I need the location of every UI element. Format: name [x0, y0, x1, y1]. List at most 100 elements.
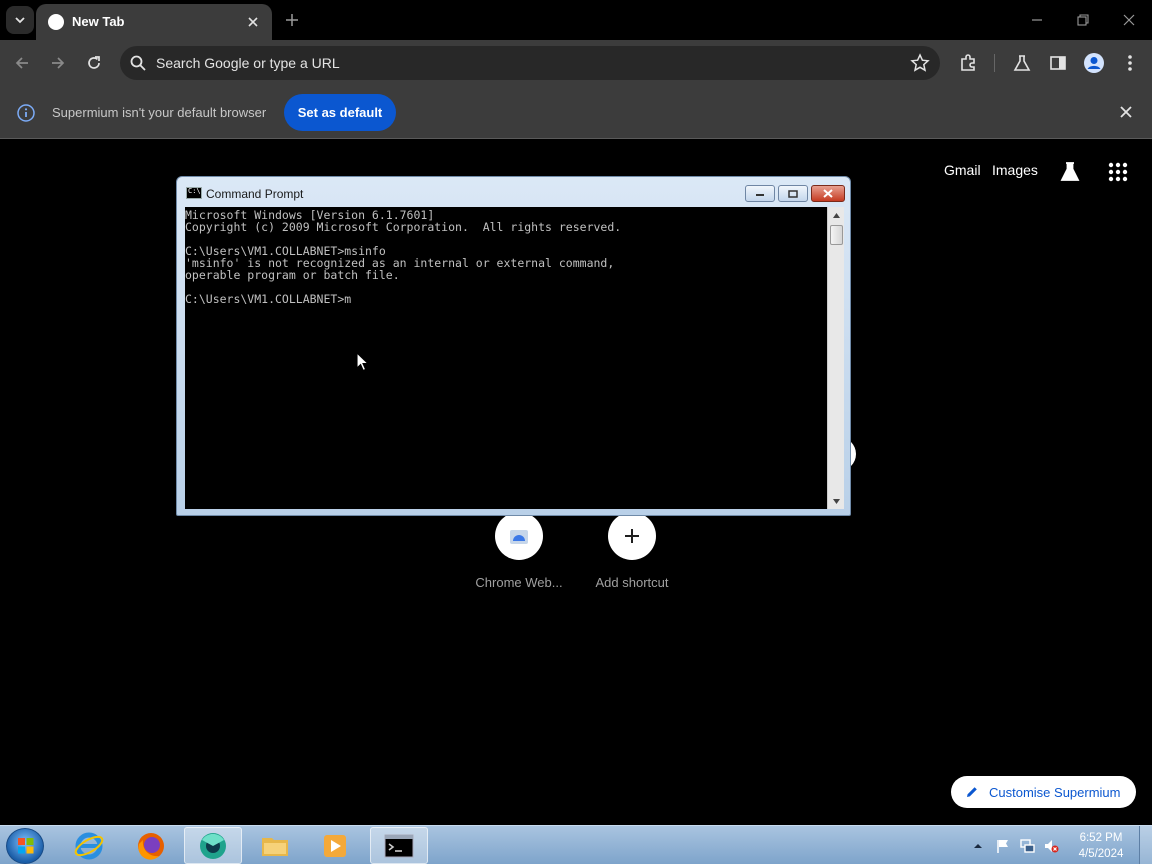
toolbar-separator [994, 54, 995, 72]
infobar-message: Supermium isn't your default browser [52, 105, 267, 120]
taskbar-firefox[interactable] [122, 827, 180, 864]
console-prompt-line: C:\Users\VM1.COLLABNET>m [185, 292, 352, 306]
start-button[interactable] [6, 828, 44, 864]
plus-icon [625, 529, 639, 543]
shortcut-chrome-web-store[interactable]: Chrome Web... [464, 512, 574, 590]
flask-icon[interactable] [1058, 160, 1082, 184]
tab-title: New Tab [72, 14, 125, 29]
close-icon [248, 17, 258, 27]
pencil-icon [967, 787, 977, 797]
arrow-left-icon [15, 57, 28, 69]
media-player-icon [324, 834, 346, 857]
flask-icon [1013, 55, 1031, 71]
browser-toolbar [0, 40, 1152, 86]
avatar-icon [1084, 53, 1104, 73]
reload-icon [88, 56, 100, 69]
cmd-scrollbar[interactable] [827, 207, 844, 509]
set-as-default-button[interactable]: Set as default [284, 94, 396, 131]
taskbar-supermium[interactable] [184, 827, 242, 864]
cmd-minimize-button[interactable] [745, 185, 775, 202]
shortcut-add[interactable]: Add shortcut [577, 512, 687, 590]
tab-close-button[interactable] [244, 13, 262, 31]
tab-strip: New Tab [0, 0, 1152, 40]
network-icon[interactable] [1019, 838, 1035, 854]
close-icon [1123, 14, 1135, 26]
cmd-close-button[interactable] [811, 185, 845, 202]
more-vert-icon [1128, 55, 1132, 71]
forward-button[interactable] [44, 49, 72, 77]
chevron-down-icon [15, 17, 25, 24]
action-center-flag-icon[interactable] [995, 838, 1011, 854]
window-close-button[interactable] [1116, 8, 1142, 32]
plus-icon [286, 14, 298, 26]
cmd-icon [384, 834, 414, 857]
default-browser-infobar: Supermium isn't your default browser Set… [0, 86, 1152, 139]
console-line: operable program or batch file. [185, 268, 400, 282]
minimize-icon [1032, 19, 1042, 21]
side-panel-button[interactable] [1046, 51, 1070, 75]
taskbar: 6:52 PM 4/5/2024 [0, 825, 1152, 864]
windows-logo-icon [18, 838, 34, 854]
mouse-cursor-icon [356, 352, 370, 372]
omnibox-input[interactable] [156, 46, 896, 80]
triangle-up-icon [833, 212, 840, 218]
info-icon [17, 104, 35, 122]
tab-search-button[interactable] [6, 6, 34, 34]
show-desktop-button[interactable] [1139, 826, 1152, 864]
taskbar-media-player[interactable] [306, 827, 364, 864]
show-hidden-icons-icon[interactable] [970, 838, 986, 854]
taskbar-file-explorer[interactable] [246, 827, 304, 864]
images-link[interactable]: Images [992, 162, 1038, 178]
triangle-down-icon [833, 498, 840, 504]
shortcut-tile [608, 512, 656, 560]
gmail-link[interactable]: Gmail [944, 162, 981, 178]
labs-button[interactable] [1010, 51, 1034, 75]
volume-muted-icon[interactable] [1043, 838, 1059, 854]
shortcut-tile [495, 512, 543, 560]
tab-favicon-icon [48, 14, 64, 30]
puzzle-icon [961, 54, 975, 71]
reload-button[interactable] [80, 49, 108, 77]
arrow-right-icon [52, 57, 65, 69]
cmd-icon: C:\ [186, 187, 202, 199]
supermium-icon [200, 832, 226, 859]
menu-button[interactable] [1118, 51, 1142, 75]
apps-grid-icon[interactable] [1106, 160, 1130, 184]
clock-time: 6:52 PM [1079, 832, 1123, 844]
window-title: Command Prompt [206, 187, 304, 201]
side-panel-icon [1050, 56, 1066, 70]
cmd-maximize-button[interactable] [778, 185, 808, 202]
maximize-icon [788, 189, 798, 198]
profile-button[interactable] [1082, 51, 1106, 75]
shortcut-label: Add shortcut [595, 575, 669, 590]
close-icon[interactable] [1118, 104, 1134, 120]
extensions-button[interactable] [956, 51, 980, 75]
taskbar-clock[interactable]: 6:52 PM 4/5/2024 [1068, 830, 1134, 862]
back-button[interactable] [8, 49, 36, 77]
taskbar-command-prompt[interactable] [370, 827, 428, 864]
shortcut-label: Chrome Web... [475, 575, 563, 590]
bookmark-star-icon[interactable] [910, 53, 930, 73]
scroll-thumb[interactable] [830, 225, 843, 245]
minimize-icon [756, 193, 764, 196]
internet-explorer-icon [74, 832, 104, 859]
taskbar-internet-explorer[interactable] [60, 827, 118, 864]
omnibox[interactable] [120, 46, 940, 80]
folder-icon [262, 837, 288, 856]
restore-icon [1077, 14, 1089, 26]
window-minimize-button[interactable] [1024, 8, 1050, 32]
command-prompt-window[interactable]: C:\ Command Prompt Microsoft Windows [Ve… [176, 176, 851, 516]
cmd-console[interactable]: Microsoft Windows [Version 6.1.7601] Cop… [185, 207, 827, 509]
tab-new-tab[interactable]: New Tab [36, 4, 272, 40]
search-icon [130, 55, 146, 71]
new-tab-button[interactable] [280, 8, 304, 32]
scroll-down-button[interactable] [828, 493, 845, 509]
window-restore-button[interactable] [1070, 8, 1096, 32]
scroll-up-button[interactable] [828, 207, 845, 223]
customise-button[interactable]: Customise Supermium [951, 776, 1136, 808]
firefox-icon [138, 832, 164, 860]
clock-date: 4/5/2024 [1078, 848, 1124, 860]
web-store-icon [510, 530, 528, 544]
console-line: Copyright (c) 2009 Microsoft Corporation… [185, 220, 622, 234]
close-icon [823, 189, 833, 198]
